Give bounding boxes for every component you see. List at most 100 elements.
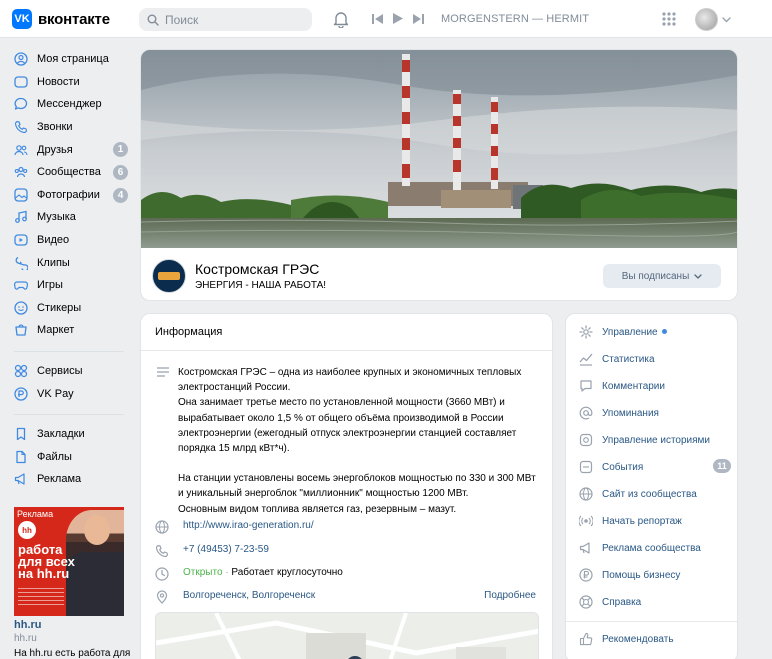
phone-icon [14, 120, 28, 134]
services-icon [14, 364, 28, 378]
menu-item-label: Комментарии [602, 380, 665, 392]
ad-image[interactable]: Реклама hh работа для всех на hh.ru [14, 507, 124, 616]
location-map[interactable] [155, 612, 539, 659]
location-pin-icon [155, 590, 169, 604]
open-status: Открыто [183, 567, 223, 578]
sidebar-item-label: Реклама [37, 473, 82, 486]
sidebar-item-groups[interactable]: Сообщества 6 [14, 161, 134, 184]
search-box[interactable] [139, 8, 312, 31]
sidebar-item-label: Мессенджер [37, 98, 102, 111]
website-link[interactable]: http://www.irao-generation.ru/ [183, 520, 314, 534]
menu-item-label: События [602, 461, 644, 473]
friends-badge: 1 [113, 142, 128, 158]
groups-badge: 6 [113, 164, 128, 180]
menu-item-help[interactable]: Справка [579, 595, 729, 609]
ad-person-face [84, 515, 110, 545]
sidebar-item-messenger[interactable]: Мессенджер [14, 93, 134, 116]
sidebar-item-market[interactable]: Маркет [14, 319, 134, 342]
sidebar-item-label: Маркет [37, 324, 75, 337]
message-icon [14, 97, 28, 111]
current-track[interactable]: MORGENSTERN — HERMIT [441, 13, 589, 25]
menu-item-comments[interactable]: Комментарии [579, 379, 729, 393]
sidebar-item-services[interactable]: Сервисы [14, 360, 134, 383]
comment-icon [579, 379, 593, 393]
sidebar-item-my-page[interactable]: Моя страница [14, 48, 134, 71]
address-link[interactable]: Волгореченск, Волгореченск [183, 590, 315, 604]
photo-icon [14, 188, 28, 202]
menu-item-label: Справка [602, 596, 642, 608]
sidebar-item-news[interactable]: Новости [14, 71, 134, 94]
prev-track-icon[interactable] [372, 13, 383, 24]
sidebar-item-music[interactable]: Музыка [14, 206, 134, 229]
sidebar-item-ads[interactable]: Реклама [14, 468, 134, 491]
menu-item-site[interactable]: Сайт из сообщества [579, 487, 729, 501]
profile-menu[interactable] [695, 8, 731, 31]
subscribed-button-label: Вы подписаны [621, 270, 690, 282]
menu-item-live[interactable]: Начать репортаж [579, 514, 729, 528]
sidebar-item-label: VK Pay [37, 387, 74, 400]
sidebar-item-calls[interactable]: Звонки [14, 116, 134, 139]
apps-grid-icon[interactable] [662, 12, 676, 26]
sidebar-item-label: Клипы [37, 256, 70, 269]
sidebar-item-files[interactable]: Файлы [14, 446, 134, 469]
clips-icon [14, 256, 28, 270]
hours-text: Открыто · Работает круглосуточно [183, 567, 343, 581]
top-bar: VK вконтакте MORGENSTERN — HERMIT [0, 0, 772, 38]
sidebar-item-label: Друзья [37, 143, 73, 156]
sidebar-item-video[interactable]: Видео [14, 229, 134, 252]
group-avatar[interactable] [152, 259, 186, 293]
sidebar-item-stickers[interactable]: Стикеры [14, 297, 134, 320]
cover-image [141, 50, 737, 248]
ad-text: На hh.ru есть работа для [14, 648, 131, 659]
sidebar-item-vk-pay[interactable]: VK Pay [14, 382, 134, 405]
sidebar-ad[interactable]: Реклама hh работа для всех на hh.ru hh.r… [14, 507, 131, 659]
description-icon [157, 367, 169, 377]
menu-item-mentions[interactable]: Упоминания [579, 406, 729, 420]
menu-item-stories[interactable]: Управление историями [579, 433, 729, 447]
sidebar-item-label: Сообщества [37, 166, 101, 179]
mention-icon [579, 406, 593, 420]
group-name: Костромская ГРЭС [195, 261, 320, 277]
menu-item-events[interactable]: События 11 [579, 459, 731, 474]
menu-item-promote[interactable]: Реклама сообщества [579, 541, 729, 555]
info-card: Информация Костромская ГРЭС – одна из на… [140, 313, 553, 659]
menu-item-business[interactable]: Помощь бизнесу [579, 568, 729, 582]
avatar [695, 8, 718, 31]
events-badge: 11 [713, 459, 731, 473]
more-details-link[interactable]: Подробнее [484, 590, 536, 601]
search-input[interactable] [165, 12, 305, 27]
video-icon [14, 233, 28, 247]
ad-title[interactable]: hh.ru [14, 619, 124, 631]
events-icon [579, 460, 593, 474]
chevron-down-icon [722, 16, 731, 23]
games-icon [14, 278, 28, 292]
next-track-icon[interactable] [413, 13, 424, 24]
sidebar-item-photos[interactable]: Фотографии 4 [14, 184, 134, 207]
bell-icon[interactable] [333, 10, 349, 28]
ad-domain: hh.ru [14, 633, 37, 644]
menu-item-stats[interactable]: Статистика [579, 352, 729, 366]
website-row: http://www.irao-generation.ru/ [155, 520, 314, 534]
megaphone-icon [579, 541, 593, 555]
subscribed-button[interactable]: Вы подписаны [603, 264, 721, 288]
menu-item-recommend[interactable]: Рекомендовать [579, 632, 729, 646]
vk-logo[interactable]: VK вконтакте [12, 9, 110, 29]
globe-icon [579, 487, 593, 501]
menu-item-manage[interactable]: Управление [579, 325, 729, 339]
play-icon[interactable] [393, 13, 403, 24]
news-icon [14, 75, 28, 89]
ad-label: Реклама [17, 509, 54, 519]
new-indicator-dot [661, 329, 667, 335]
sidebar-item-clips[interactable]: Клипы [14, 251, 134, 274]
help-icon [579, 595, 593, 609]
stats-icon [579, 352, 593, 366]
phone-row: +7 (49453) 7-23-59 [155, 544, 269, 558]
sidebar-item-games[interactable]: Игры [14, 274, 134, 297]
menu-item-label: Сайт из сообщества [602, 488, 697, 500]
group-header-card: Костромская ГРЭС ЭНЕРГИЯ - НАША РАБОТА! … [140, 49, 738, 301]
search-icon [147, 14, 159, 26]
phone-link[interactable]: +7 (49453) 7-23-59 [183, 544, 269, 558]
friends-icon [14, 143, 28, 157]
sidebar-item-friends[interactable]: Друзья 1 [14, 138, 134, 161]
sidebar-item-bookmarks[interactable]: Закладки [14, 423, 134, 446]
